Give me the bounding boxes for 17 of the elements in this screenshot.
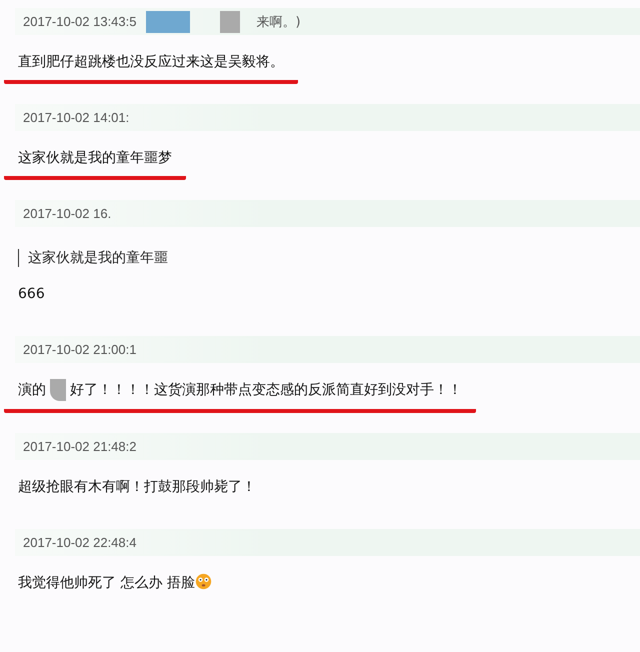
comment-time: 2017-10-02 21:48:2 <box>23 439 136 454</box>
comment-time: 2017-10-02 21:00:1 <box>23 342 136 357</box>
comment-time: 2017-10-02 22:48:4 <box>23 535 136 550</box>
redaction-mark <box>50 379 66 402</box>
comment-text: 666 <box>17 285 46 304</box>
redaction-mark <box>146 10 190 32</box>
comment-text: 我觉得他帅死了 怎么办 捂脸 <box>4 573 226 606</box>
comment-text: 演的 好了！！！！这货演那种带点变态感的反派简直好到没对手！！ <box>4 379 476 414</box>
comment-text: 直到肥仔超跳楼也没反应过来这是吴毅将。 <box>4 52 298 84</box>
comment-time: 2017-10-02 13:43:5 <box>23 14 136 29</box>
comment-time: 2017-10-02 16. <box>23 206 112 221</box>
redaction-mark <box>220 10 240 32</box>
quoted-comment: 这家伙就是我的童年噩 <box>18 249 640 267</box>
comment-text: 这家伙就是我的童年噩梦 <box>4 148 186 180</box>
comment-time: 2017-10-02 14:01: <box>23 110 130 125</box>
header-text: 来啊。) <box>256 14 301 30</box>
comment-text: 超级抢眼有木有啊！打鼓那段帅毙了！ <box>17 478 257 498</box>
